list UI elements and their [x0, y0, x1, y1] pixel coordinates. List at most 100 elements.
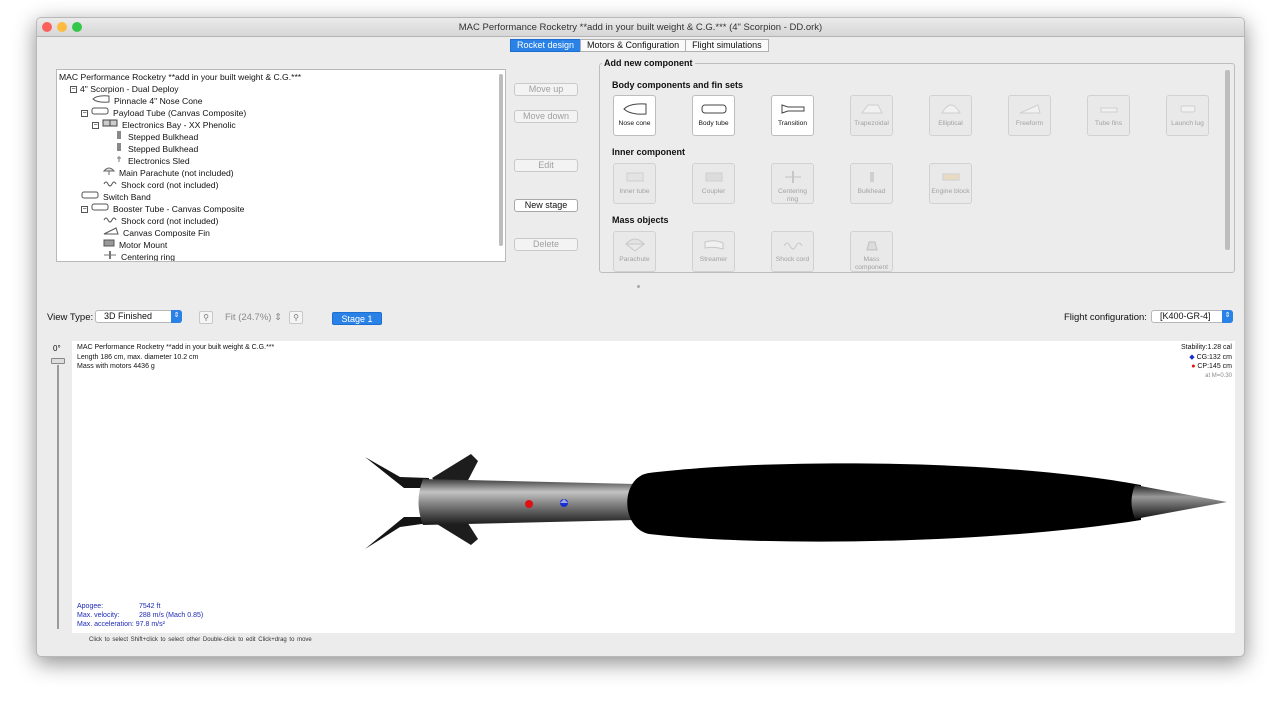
zoom-select[interactable]: Fit (24.7%) ⇕ [225, 312, 282, 323]
coupler-icon [693, 164, 734, 186]
tree-collapse-icon[interactable]: − [70, 85, 77, 93]
close-window-button[interactable] [42, 22, 52, 32]
delete-button[interactable]: Delete [514, 238, 578, 251]
edit-button[interactable]: Edit [514, 159, 578, 172]
tab-rocket-design[interactable]: Rocket design [510, 39, 582, 52]
tree-row[interactable]: Motor Mount [57, 239, 505, 251]
rocket-render [365, 454, 1227, 549]
component-tree[interactable]: MAC Performance Rocketry **add in your b… [56, 69, 506, 262]
add-nose-cone-button[interactable]: Nose cone [613, 95, 656, 136]
add-inner-tube-button[interactable]: Inner tube [613, 163, 656, 204]
title-bar: MAC Performance Rocketry **add in your b… [37, 18, 1244, 37]
mass-objects-heading: Mass objects [612, 215, 669, 225]
add-mass-component-button[interactable]: Mass component [850, 231, 893, 272]
tree-row[interactable]: MAC Performance Rocketry **add in your b… [57, 71, 505, 83]
tree-row-label: Canvas Composite Fin [123, 228, 210, 238]
flight-configuration-select[interactable]: [K400-GR-4] ⇕ [1151, 310, 1233, 323]
launch-lug-icon [1167, 96, 1208, 118]
minimize-window-button[interactable] [57, 22, 67, 32]
move-up-button[interactable]: Move up [514, 83, 578, 96]
tree-collapse-icon[interactable]: − [92, 121, 99, 129]
zoom-in-button[interactable]: ⚲ [289, 311, 303, 324]
bulkhead-icon [114, 131, 124, 143]
fin-icon [103, 227, 119, 239]
zoom-out-button[interactable]: ⚲ [199, 311, 213, 324]
component-label: Transition [777, 120, 808, 127]
chevron-updown-icon: ⇕ [1222, 310, 1233, 323]
zoom-value: Fit (24.7%) [225, 312, 272, 323]
mass-component-icon [851, 232, 892, 254]
slider-thumb[interactable] [51, 358, 65, 364]
payload-tube [627, 463, 1141, 542]
transition-icon [772, 96, 813, 118]
ring-icon [103, 251, 117, 261]
tube-icon [91, 203, 109, 215]
freeform-icon [1009, 96, 1050, 118]
window-title: MAC Performance Rocketry **add in your b… [458, 22, 823, 33]
inner-component-heading: Inner component [612, 147, 686, 157]
streamer-icon [693, 232, 734, 254]
tree-collapse-icon[interactable]: − [81, 205, 88, 213]
tab-motors-configuration[interactable]: Motors & Configuration [580, 39, 687, 52]
tree-row-label: Electronics Sled [128, 156, 190, 166]
nose-cone-icon [92, 95, 110, 107]
add-freeform-button[interactable]: Freeform [1008, 95, 1051, 136]
rocket-figure[interactable]: MAC Performance Rocketry **add in your b… [72, 341, 1235, 633]
tree-row-label: Stepped Bulkhead [128, 144, 199, 154]
move-down-button[interactable]: Move down [514, 110, 578, 123]
tree-row[interactable]: Centering ring [57, 251, 505, 262]
tube-icon [91, 107, 109, 119]
component-label: Shock cord [775, 256, 810, 263]
add-panel-scrollbar[interactable] [1225, 70, 1230, 250]
add-coupler-button[interactable]: Coupler [692, 163, 735, 204]
tree-row[interactable]: Switch Band [57, 191, 505, 203]
add-bulkhead-button[interactable]: Bulkhead [850, 163, 893, 204]
tree-collapse-icon[interactable]: − [81, 109, 88, 117]
tree-row[interactable]: − Electronics Bay - XX Phenolic [57, 119, 505, 131]
add-engine-block-button[interactable]: Engine block [929, 163, 972, 204]
tree-row[interactable]: Electronics Sled [57, 155, 505, 167]
tree-row[interactable]: −4" Scorpion - Dual Deploy [57, 83, 505, 95]
new-stage-button[interactable]: New stage [514, 199, 578, 212]
tree-row[interactable]: Shock cord (not included) [57, 215, 505, 227]
add-parachute-button[interactable]: Parachute [613, 231, 656, 272]
tree-row[interactable]: Stepped Bulkhead [57, 131, 505, 143]
tree-row-label: MAC Performance Rocketry **add in your b… [59, 72, 302, 82]
add-transition-button[interactable]: Transition [771, 95, 814, 136]
tree-row[interactable]: − Booster Tube - Canvas Composite [57, 203, 505, 215]
tree-row[interactable]: Pinnacle 4" Nose Cone [57, 95, 505, 107]
tree-row[interactable]: Canvas Composite Fin [57, 227, 505, 239]
add-elliptical-button[interactable]: Elliptical [929, 95, 972, 136]
nose-cone-tip [1131, 485, 1227, 519]
add-shock-cord-button[interactable]: Shock cord [771, 231, 814, 272]
component-label: Freeform [1015, 120, 1044, 127]
add-trapezoidal-button[interactable]: Trapezoidal [850, 95, 893, 136]
rotation-slider[interactable]: 0° [47, 341, 69, 633]
tree-scrollbar[interactable] [499, 74, 503, 246]
tab-flight-simulations[interactable]: Flight simulations [685, 39, 769, 52]
acceleration-value: 97.8 m/s² [135, 621, 165, 628]
add-centering-ring-button[interactable]: Centering ring [771, 163, 814, 204]
tree-row-label: Payload Tube (Canvas Composite) [113, 108, 247, 118]
tree-row-label: 4" Scorpion - Dual Deploy [80, 84, 179, 94]
tree-row[interactable]: Shock cord (not included) [57, 179, 505, 191]
tube-fins-icon [1088, 96, 1129, 118]
add-streamer-button[interactable]: Streamer [692, 231, 735, 272]
chevron-updown-icon: ⇕ [274, 312, 283, 323]
tube-icon [81, 191, 99, 203]
split-handle[interactable] [637, 285, 640, 288]
add-launch-lug-button[interactable]: Launch lug [1166, 95, 1209, 136]
tree-row-label: Centering ring [121, 252, 175, 262]
tree-row[interactable]: Main Parachute (not included) [57, 167, 505, 179]
velocity-label: Max. velocity: [77, 612, 120, 619]
bulkhead-icon [114, 143, 124, 155]
add-body-tube-button[interactable]: Body tube [692, 95, 735, 136]
view-type-select[interactable]: 3D Finished ⇕ [95, 310, 182, 323]
stage-1-button[interactable]: Stage 1 [332, 312, 382, 325]
sled-icon [114, 155, 124, 167]
add-tube-fins-button[interactable]: Tube fins [1087, 95, 1130, 136]
tree-row[interactable]: Stepped Bulkhead [57, 143, 505, 155]
tree-row[interactable]: − Payload Tube (Canvas Composite) [57, 107, 505, 119]
zoom-window-button[interactable] [72, 22, 82, 32]
tree-row-label: Switch Band [103, 192, 151, 202]
